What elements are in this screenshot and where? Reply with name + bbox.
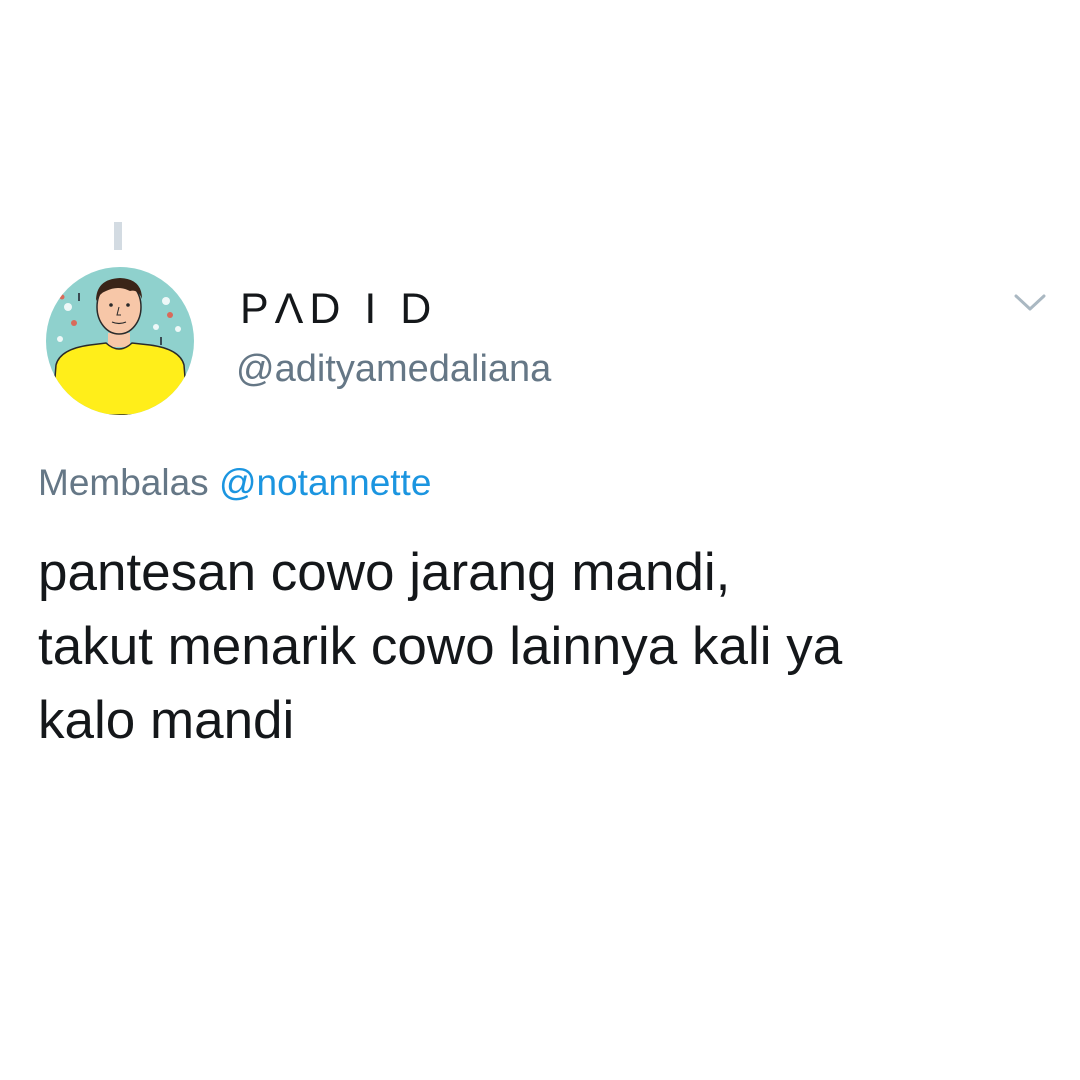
display-name[interactable]: PΛD I D bbox=[240, 285, 437, 334]
tweet-text-line: kalo mandi bbox=[38, 691, 295, 750]
user-handle[interactable]: @adityamedaliana bbox=[236, 348, 551, 391]
tweet-text-line: takut menarik cowo lainnya kali ya bbox=[38, 617, 843, 676]
avatar-illustration bbox=[46, 267, 194, 415]
reply-mention-link[interactable]: @notannette bbox=[219, 462, 431, 503]
chevron-down-icon[interactable] bbox=[1010, 288, 1050, 316]
reply-prefix: Membalas bbox=[38, 462, 209, 503]
tweet-text: pantesan cowo jarang mandi, takut menari… bbox=[38, 536, 1048, 758]
thread-connector-line bbox=[114, 222, 122, 250]
tweet-text-line: pantesan cowo jarang mandi, bbox=[38, 543, 731, 602]
reply-context: Membalas @notannette bbox=[38, 462, 431, 504]
avatar[interactable] bbox=[46, 267, 194, 415]
